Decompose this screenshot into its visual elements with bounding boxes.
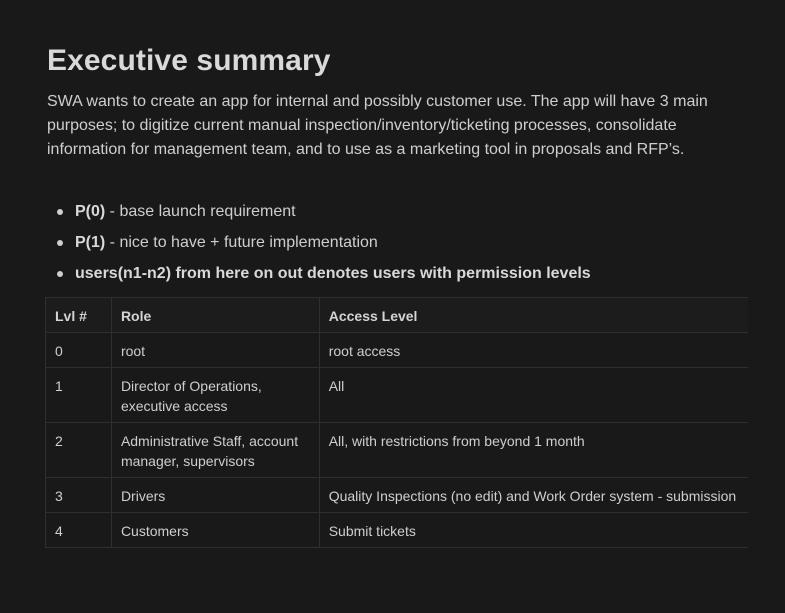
bullet-text: - nice to have + future implementation bbox=[105, 234, 378, 251]
bullet-dot-icon bbox=[57, 240, 63, 246]
list-item: P(0) - base launch requirement bbox=[47, 199, 591, 230]
cell-lvl: 2 bbox=[45, 422, 112, 478]
table-row: 0 root root access bbox=[45, 332, 748, 368]
cell-role: Drivers bbox=[110, 477, 320, 513]
bullet-dot-icon bbox=[57, 271, 63, 277]
list-item: P(1) - nice to have + future implementat… bbox=[47, 230, 591, 261]
table-row: 3 Drivers Quality Inspections (no edit) … bbox=[45, 477, 748, 513]
header-role: Role bbox=[110, 297, 320, 333]
cell-access: All bbox=[318, 367, 748, 423]
cell-access: All, with restrictions from beyond 1 mon… bbox=[318, 422, 748, 478]
bullet-list: P(0) - base launch requirement P(1) - ni… bbox=[47, 199, 591, 292]
cell-lvl: 3 bbox=[45, 477, 112, 513]
table-row: 2 Administrative Staff, account manager,… bbox=[45, 422, 748, 478]
cell-role: Administrative Staff, account manager, s… bbox=[110, 422, 320, 478]
bullet-dot-icon bbox=[57, 209, 63, 215]
permissions-table: Lvl # Role Access Level 0 root root acce… bbox=[45, 297, 748, 548]
cell-access: Quality Inspections (no edit) and Work O… bbox=[318, 477, 748, 513]
bullet-bold-text: P(0) bbox=[75, 203, 106, 220]
header-access: Access Level bbox=[318, 297, 748, 333]
bullet-bold-text: P(1) bbox=[75, 234, 106, 251]
cell-role: root bbox=[110, 332, 320, 368]
intro-paragraph: SWA wants to create an app for internal … bbox=[47, 93, 708, 158]
cell-role: Director of Operations, executive access bbox=[110, 367, 320, 423]
cell-access: Submit tickets bbox=[318, 512, 748, 548]
table-row: 1 Director of Operations, executive acce… bbox=[45, 367, 748, 423]
document-page: Executive summary SWA wants to create an… bbox=[0, 0, 785, 613]
cell-role: Customers bbox=[110, 512, 320, 548]
permissions-table-container[interactable]: Lvl # Role Access Level 0 root root acce… bbox=[45, 297, 748, 548]
list-item: users(n1-n2) from here on out denotes us… bbox=[47, 261, 591, 292]
cell-lvl: 1 bbox=[45, 367, 112, 423]
header-lvl: Lvl # bbox=[45, 297, 112, 333]
table-header-row: Lvl # Role Access Level bbox=[45, 297, 748, 333]
cell-lvl: 4 bbox=[45, 512, 112, 548]
bullet-text: - base launch requirement bbox=[105, 203, 296, 220]
cell-lvl: 0 bbox=[45, 332, 112, 368]
cell-access: root access bbox=[318, 332, 748, 368]
table-row: 4 Customers Submit tickets bbox=[45, 512, 748, 548]
bullet-bold-text: users(n1-n2) from here on out denotes us… bbox=[75, 265, 591, 282]
page-title: Executive summary bbox=[47, 44, 331, 77]
